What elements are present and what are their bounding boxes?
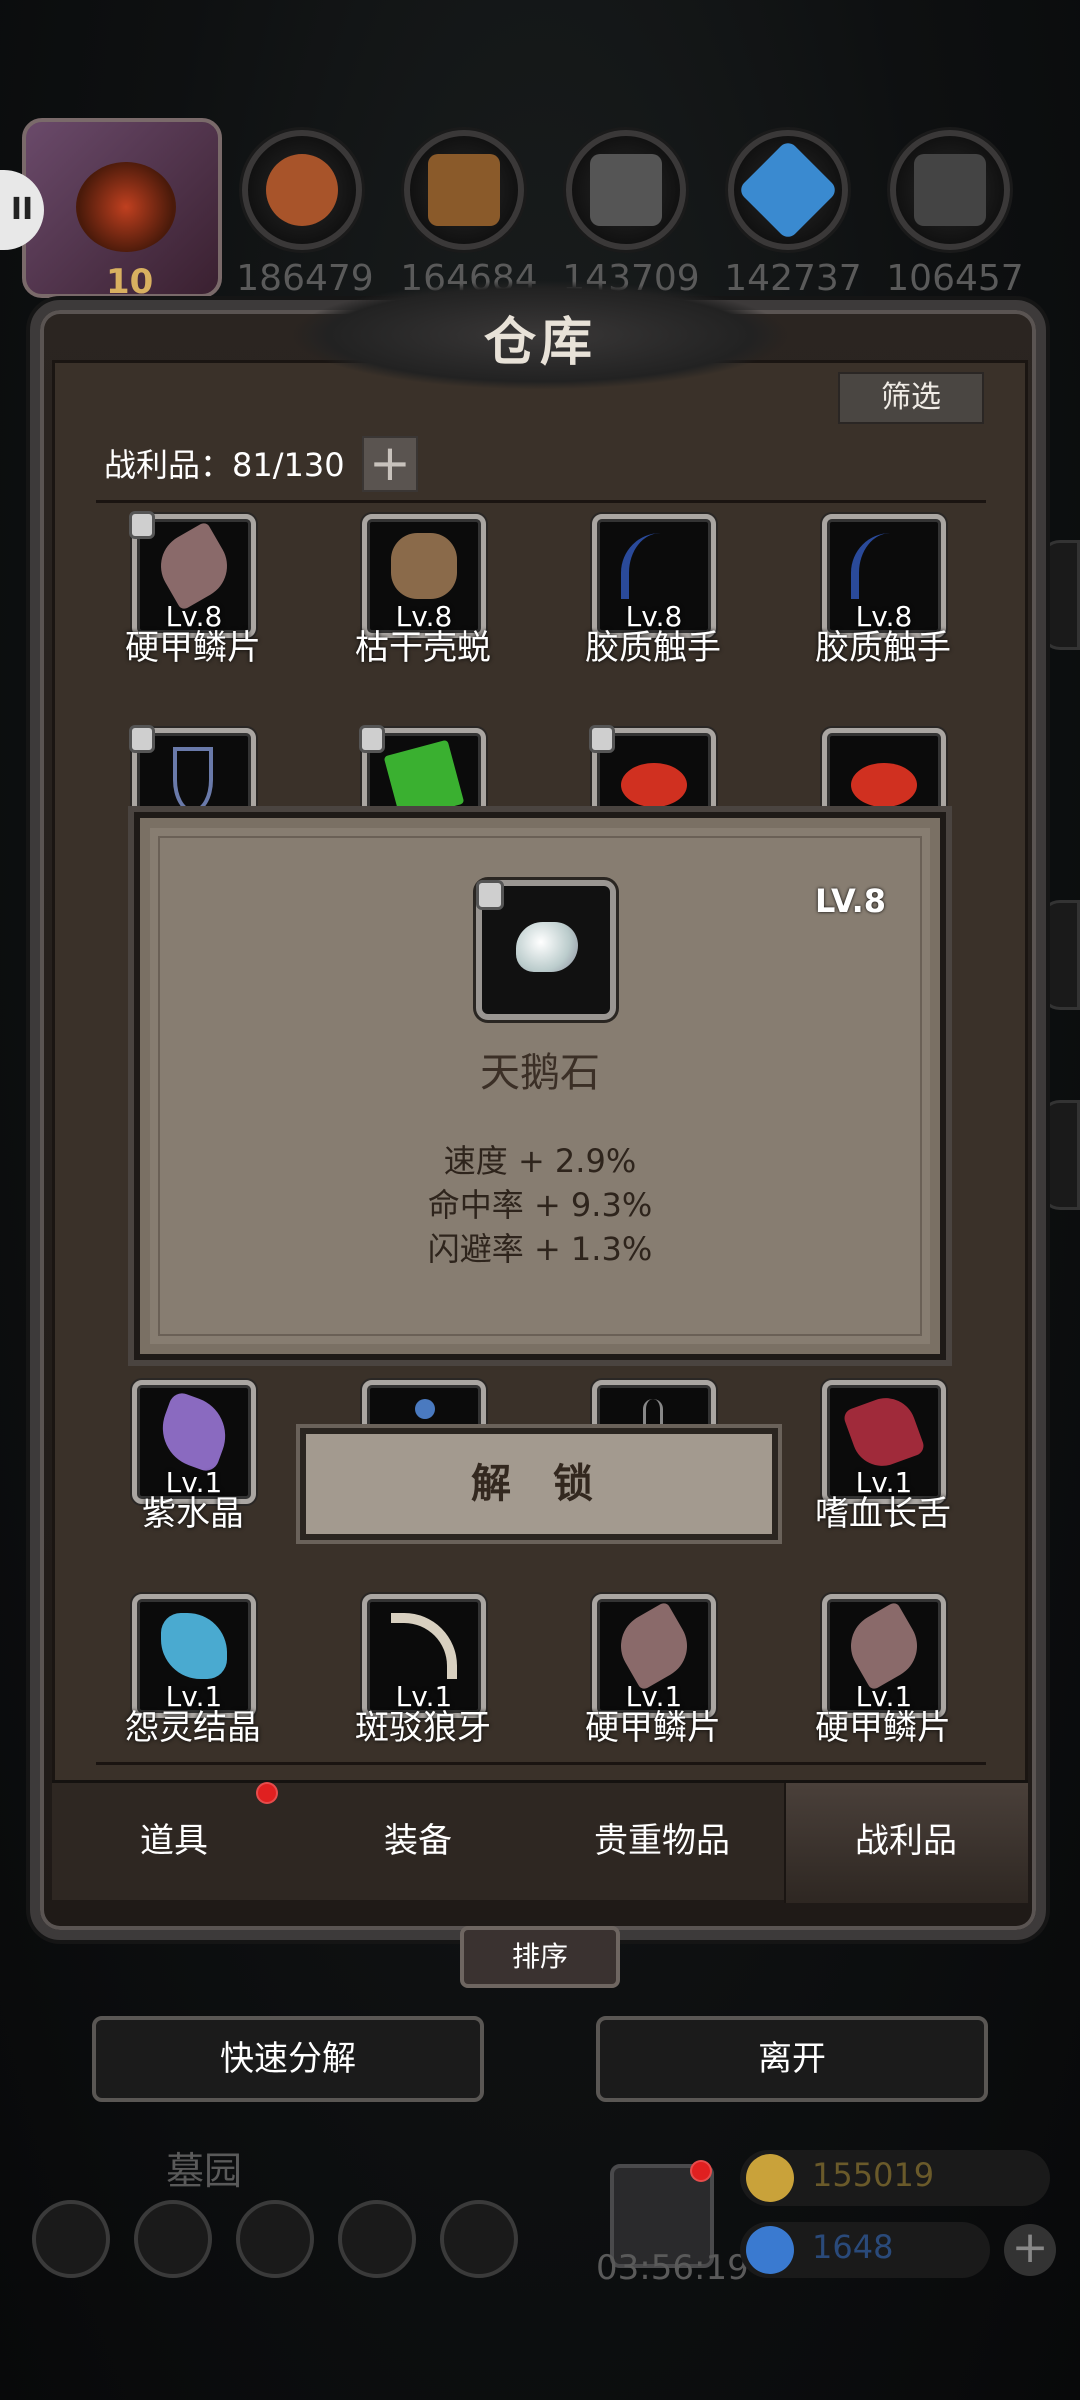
- lock-icon: [476, 880, 504, 910]
- tab-equipment[interactable]: 装备: [296, 1813, 540, 1862]
- filter-button[interactable]: 筛选: [838, 372, 984, 424]
- iron-count: 106457: [886, 258, 1024, 299]
- gem-amount: 1648: [812, 2228, 894, 2266]
- crystal-cluster-icon: [161, 1613, 227, 1679]
- gold-amount: 155019: [812, 2156, 935, 2194]
- swan-stone-icon: [516, 922, 578, 972]
- item-name: 硬甲鳞片: [125, 628, 261, 668]
- tongue-icon: [841, 1389, 927, 1475]
- tentacle-icon: [621, 533, 687, 599]
- item-name: 斑驳狼牙: [355, 1708, 491, 1748]
- tentacle-icon: [851, 533, 917, 599]
- player-avatar[interactable]: 10: [22, 118, 222, 302]
- avatar-face-icon: [76, 162, 176, 252]
- popup-item-name: 天鹅石: [480, 1050, 600, 1096]
- side-tab-button[interactable]: [1040, 1100, 1080, 1210]
- tab-valuables[interactable]: 贵重物品: [540, 1813, 784, 1862]
- tab-items[interactable]: 道具: [52, 1813, 296, 1862]
- panel-title: 仓库: [483, 312, 596, 373]
- leave-button[interactable]: 离开: [596, 2016, 988, 2102]
- item-name: 紫水晶: [142, 1494, 244, 1534]
- quick-decompose-button[interactable]: 快速分解: [92, 2016, 484, 2102]
- popup-item-slot: [476, 880, 616, 1020]
- gold-display: 155019: [740, 2150, 1050, 2206]
- item-name: 怨灵结晶: [125, 1708, 261, 1748]
- scale-icon: [608, 1600, 700, 1692]
- gem-icon: [746, 2226, 794, 2274]
- item-name: 硬甲鳞片: [585, 1708, 721, 1748]
- side-tab-button[interactable]: [1040, 900, 1080, 1010]
- character-icon[interactable]: [236, 2200, 314, 2278]
- zone-name: 墓园: [166, 2149, 243, 2193]
- amethyst-icon: [151, 1389, 237, 1475]
- stone-icon[interactable]: [566, 130, 686, 250]
- blue-drop-icon: [415, 1399, 435, 1419]
- divider: [96, 500, 986, 503]
- gift-badge: [690, 2160, 712, 2182]
- scale-icon: [148, 520, 240, 612]
- shell-icon: [391, 533, 457, 599]
- crystal-icon[interactable]: [728, 130, 848, 250]
- item-name: 胶质触手: [585, 628, 721, 668]
- lock-icon: [589, 725, 615, 753]
- pendant-icon: [173, 747, 213, 813]
- mail-icon[interactable]: [338, 2200, 416, 2278]
- scale-icon: [838, 1600, 930, 1692]
- red-stone-icon: [621, 763, 687, 807]
- category-tabs: 道具 装备 贵重物品 战利品: [52, 1780, 1028, 1903]
- item-name: 胶质触手: [815, 628, 951, 668]
- item-detail-popup: LV.8 天鹅石 速度 + 2.9% 命中率 + 9.3% 闪避率 + 1.3%: [134, 812, 946, 1360]
- green-gem-icon: [383, 739, 465, 821]
- achievement-icon[interactable]: [134, 2200, 212, 2278]
- gift-timer: 03:56:19: [596, 2248, 749, 2288]
- side-tab-button[interactable]: [1040, 540, 1080, 650]
- red-stone-icon: [851, 763, 917, 807]
- settings-icon[interactable]: [32, 2200, 110, 2278]
- stat-evasion: 闪避率 + 1.3%: [427, 1230, 653, 1268]
- wood-icon[interactable]: [404, 130, 524, 250]
- stat-accuracy: 命中率 + 9.3%: [427, 1186, 653, 1224]
- stat-speed: 速度 + 2.9%: [443, 1142, 637, 1180]
- item-name: 硬甲鳞片: [815, 1708, 951, 1748]
- divider: [96, 1762, 986, 1765]
- sort-button[interactable]: 排序: [460, 1926, 620, 1988]
- lock-icon: [359, 725, 385, 753]
- loot-count: 战利品：81/130: [104, 446, 345, 484]
- add-gems-button[interactable]: +: [1004, 2224, 1056, 2276]
- iron-icon[interactable]: [890, 130, 1010, 250]
- item-name: 枯干壳蜕: [355, 628, 491, 668]
- meat-icon[interactable]: [242, 130, 362, 250]
- popup-level: LV.8: [814, 882, 886, 920]
- notification-badge: [256, 1782, 278, 1804]
- fang-icon: [391, 1613, 457, 1679]
- expand-capacity-button[interactable]: +: [362, 436, 418, 492]
- gold-coin-icon: [746, 2154, 794, 2202]
- lock-icon: [129, 511, 155, 539]
- tab-loot[interactable]: 战利品: [784, 1813, 1028, 1862]
- lock-icon: [129, 725, 155, 753]
- gem-display: 1648: [740, 2222, 990, 2278]
- shop-icon[interactable]: [440, 2200, 518, 2278]
- unlock-button[interactable]: 解 锁: [300, 1428, 778, 1540]
- item-name: 嗜血长舌: [815, 1494, 951, 1534]
- avatar-level: 10: [106, 262, 154, 302]
